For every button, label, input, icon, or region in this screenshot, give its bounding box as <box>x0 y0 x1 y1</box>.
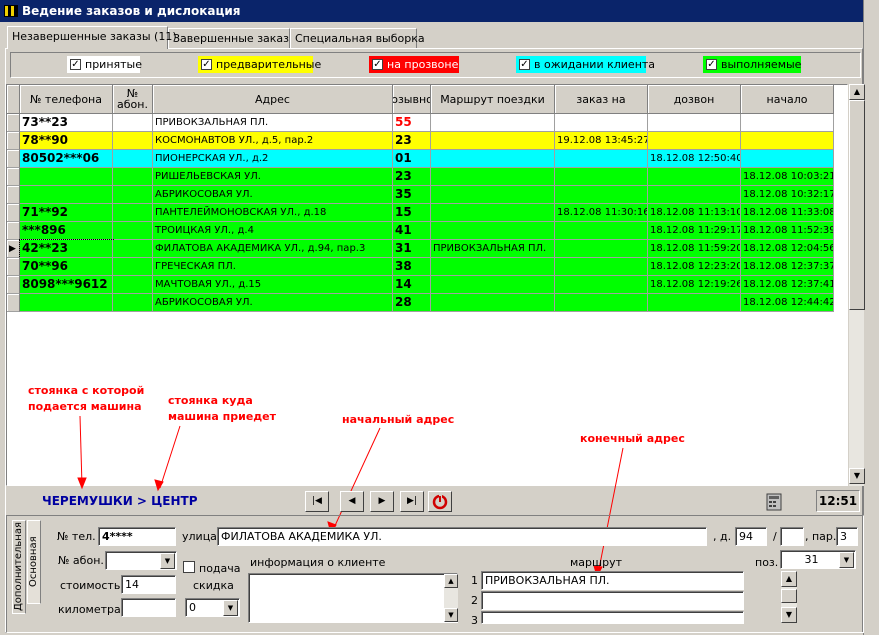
calculator-icon[interactable] <box>763 492 785 512</box>
last-record-button[interactable]: ▶| <box>400 491 424 512</box>
house-label: , д. <box>713 530 732 543</box>
refresh-icon <box>432 494 448 510</box>
route-label: маршрут <box>570 556 622 569</box>
scroll-up-icon[interactable]: ▲ <box>781 571 797 587</box>
tab-additional[interactable]: Дополнительная <box>12 520 26 614</box>
tab-unfinished-orders[interactable]: Незавершенные заказы (11) <box>7 26 177 49</box>
route-stands-label: ЧЕРЕМУШКИ > ЦЕНТР <box>42 494 198 508</box>
street-label: улица <box>182 530 217 543</box>
phone-input[interactable]: 4**** <box>98 527 176 546</box>
chevron-down-icon[interactable]: ▼ <box>223 600 238 616</box>
route-scrollbar[interactable]: ▲ ▼ <box>781 571 797 623</box>
route-point-input[interactable] <box>481 611 744 624</box>
discount-label: скидка <box>193 579 234 592</box>
refresh-button[interactable] <box>428 491 452 512</box>
arrow-line <box>79 415 83 487</box>
next-record-button[interactable]: ▶ <box>370 491 394 512</box>
route-row-number: 3 <box>471 614 478 627</box>
house-part-input[interactable] <box>780 527 804 546</box>
chevron-down-icon[interactable]: ▼ <box>839 552 854 568</box>
prev-record-button[interactable]: ◀ <box>340 491 364 512</box>
pos-select[interactable]: 31 ▼ <box>780 550 856 569</box>
mileage-label: километраж <box>58 603 131 616</box>
tab-main[interactable]: Основная <box>27 520 41 604</box>
cost-label: стоимость <box>60 579 121 592</box>
tab-label: Незавершенные заказы (11) <box>12 30 177 43</box>
cost-input[interactable]: 14 <box>121 575 176 594</box>
scroll-up-icon[interactable]: ▲ <box>444 574 458 588</box>
delivery-label: подача <box>199 562 241 575</box>
pos-label: поз. <box>755 556 779 569</box>
scroll-thumb[interactable] <box>781 589 797 603</box>
clock: 12:51 <box>816 490 860 512</box>
scroll-down-icon[interactable]: ▼ <box>444 608 458 622</box>
client-info-textarea[interactable] <box>248 573 458 623</box>
arrow-head <box>77 477 87 490</box>
route-point-input[interactable] <box>481 591 744 610</box>
client-info-scrollbar[interactable]: ▲ ▼ <box>444 574 458 622</box>
mileage-input[interactable] <box>121 598 176 617</box>
route-row-number: 2 <box>471 594 478 607</box>
client-info-label: информация о клиенте <box>250 556 386 569</box>
abon-select[interactable]: ▼ <box>105 551 177 570</box>
arrow-head <box>154 479 164 492</box>
discount-select[interactable]: 0 ▼ <box>185 598 240 617</box>
entrance-input[interactable]: 3 <box>836 527 858 546</box>
route-point-input[interactable]: ПРИВОКЗАЛЬНАЯ ПЛ. <box>481 571 744 590</box>
first-record-button[interactable]: |◀ <box>305 491 329 512</box>
route-row-number: 1 <box>471 574 478 587</box>
chevron-down-icon[interactable]: ▼ <box>160 553 175 569</box>
street-input[interactable]: ФИЛАТОВА АКАДЕМИКА УЛ. <box>217 527 707 546</box>
house-slash: / <box>773 530 777 543</box>
discount-value: 0 <box>189 601 196 614</box>
pos-value: 31 <box>804 553 819 566</box>
house-input[interactable]: 94 <box>735 527 767 546</box>
abon-label: № абон. <box>58 554 104 567</box>
delivery-checkbox[interactable] <box>183 561 195 573</box>
phone-label: № тел. <box>57 530 96 543</box>
entrance-label: , пар. <box>805 530 837 543</box>
scroll-down-icon[interactable]: ▼ <box>781 607 797 623</box>
arrow-line <box>159 425 181 489</box>
